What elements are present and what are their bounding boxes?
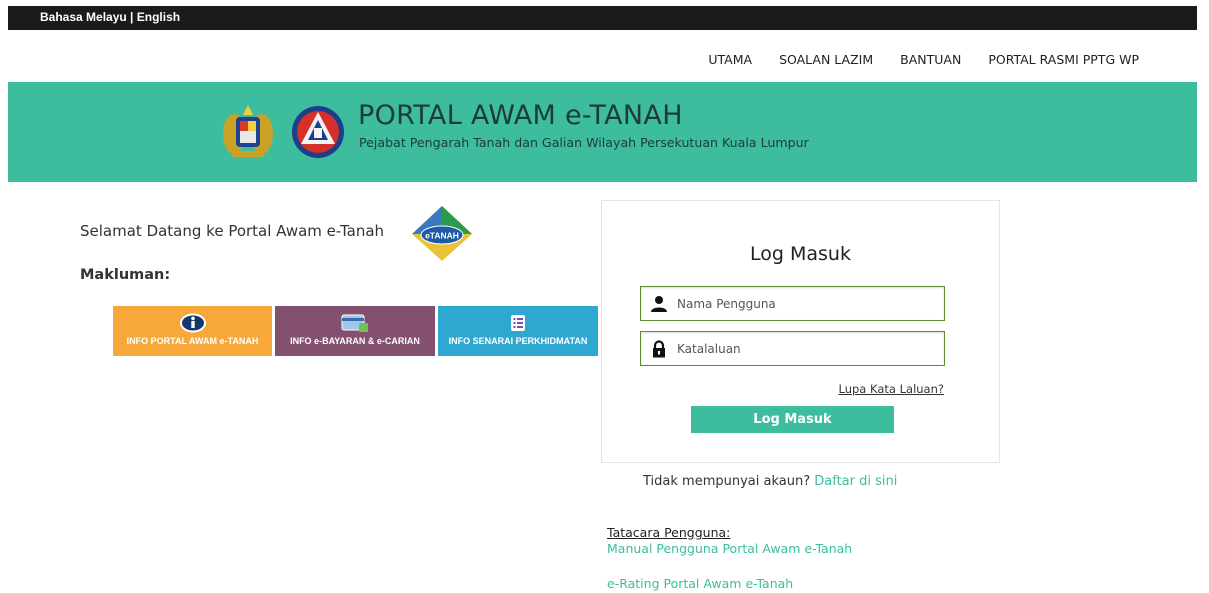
etanah-logo-icon: eTANAH [412, 206, 472, 261]
register-prompt: Tidak mempunyai akaun? Daftar di sini [643, 474, 897, 489]
nav-soalan-lazim[interactable]: SOALAN LAZIM [779, 52, 873, 67]
tile-label: INFO SENARAI PERKHIDMATAN [448, 336, 588, 346]
etanah-logo-text: eTANAH [425, 231, 459, 241]
nav-bantuan[interactable]: BANTUAN [900, 52, 961, 67]
payment-card-icon [341, 314, 368, 332]
username-input[interactable] [677, 293, 937, 315]
user-icon [651, 296, 667, 312]
username-field[interactable] [640, 286, 945, 321]
register-link[interactable]: Daftar di sini [814, 474, 897, 489]
nav-utama[interactable]: UTAMA [708, 52, 752, 67]
tile-label: INFO PORTAL AWAM e-TANAH [126, 336, 259, 346]
info-perkhidmatan-tile[interactable]: INFO SENARAI PERKHIDMATAN [438, 306, 598, 356]
list-icon [511, 315, 525, 331]
lock-icon [653, 340, 665, 358]
user-manual-link[interactable]: Manual Pengguna Portal Awam e-Tanah [607, 541, 852, 556]
welcome-text: Selamat Datang ke Portal Awam e-Tanah [80, 222, 385, 240]
login-heading: Log Masuk [750, 243, 851, 265]
portal-subtitle: Pejabat Pengarah Tanah dan Galian Wilaya… [359, 135, 809, 150]
coat-of-arms-icon [223, 105, 273, 157]
tile-label: INFO e-BAYARAN & e-CARIAN [290, 336, 420, 346]
info-portal-tile[interactable]: INFO PORTAL AWAM e-TANAH [113, 306, 272, 356]
erating-link[interactable]: e-Rating Portal Awam e-Tanah [607, 576, 793, 591]
lang-separator: | [126, 10, 137, 24]
makluman-heading: Makluman: [80, 267, 171, 283]
password-field[interactable] [640, 331, 945, 366]
login-button[interactable]: Log Masuk [691, 406, 894, 433]
login-panel: Log Masuk Lupa Kata Laluan? Log Masuk [601, 200, 1000, 463]
portal-title: PORTAL AWAM e-TANAH [358, 100, 683, 131]
password-input[interactable] [677, 338, 937, 360]
forgot-password-link[interactable]: Lupa Kata Laluan? [839, 382, 944, 396]
register-prompt-text: Tidak mempunyai akaun? [643, 474, 811, 489]
language-switcher: Bahasa Melayu | English [40, 10, 180, 24]
info-bayaran-tile[interactable]: INFO e-BAYARAN & e-CARIAN [275, 306, 435, 356]
header-logos [223, 105, 344, 158]
language-bar: Bahasa Melayu | English [8, 6, 1197, 30]
info-icon [179, 313, 206, 333]
header-banner: PORTAL AWAM e-TANAH Pejabat Pengarah Tan… [8, 82, 1197, 182]
pptg-seal-icon [292, 106, 344, 158]
user-guide-label: Tatacara Pengguna: [607, 525, 731, 540]
lang-english-link[interactable]: English [137, 10, 180, 24]
lang-malay-link[interactable]: Bahasa Melayu [40, 10, 127, 24]
top-navigation: UTAMA SOALAN LAZIM BANTUAN PORTAL RASMI … [708, 52, 1139, 67]
nav-portal-rasmi[interactable]: PORTAL RASMI PPTG WP [988, 52, 1139, 67]
